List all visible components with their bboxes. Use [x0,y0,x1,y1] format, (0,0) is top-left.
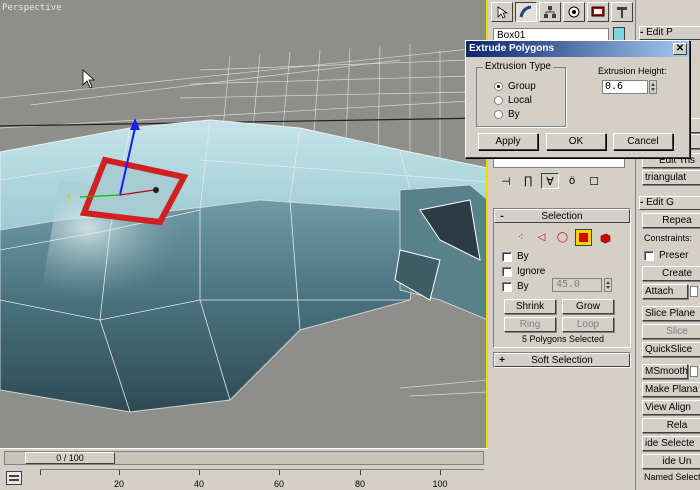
hierarchy-icon[interactable] [539,2,561,22]
polygon-mode-icon[interactable] [575,229,592,246]
remove-modifier-icon[interactable]: ö [563,173,581,189]
element-mode-icon[interactable] [596,229,613,246]
make-unique-icon[interactable]: ∀ [541,173,559,189]
ok-button[interactable]: OK [546,133,606,150]
create-button[interactable]: Create [642,266,700,281]
unhide-button[interactable]: ide Un [642,454,700,469]
by-angle-checkbox[interactable]: By [502,281,529,292]
loop-button[interactable]: Loop [562,317,614,332]
subobject-selector: ⁖ ◁ ◯ [512,229,613,246]
cancel-button[interactable]: Cancel [613,133,673,150]
attach-button[interactable]: Attach [642,284,688,299]
repeat-last-button[interactable]: Repea [642,213,700,228]
named-selections-label: Named Selecti [644,472,700,482]
constraints-label: Constraints: [644,233,693,243]
soft-selection-header[interactable]: + Soft Selection [494,353,630,367]
select-arrow-icon[interactable] [491,2,513,22]
msmooth-settings-icon[interactable] [690,366,698,377]
apply-button[interactable]: Apply [478,133,538,150]
viewport-scene: Y [0,44,486,413]
dialog-title: Extrude Polygons [469,43,555,54]
command-panel-tabs [490,0,635,24]
extrusion-height-spinner[interactable] [649,80,657,94]
modify-bend-icon[interactable] [515,2,537,22]
track-bar[interactable]: 20 40 60 80 100 [40,469,484,489]
ruler-label: 60 [273,479,285,489]
utilities-hammer-icon[interactable] [611,2,633,22]
group-radio[interactable]: Group [494,81,536,92]
angle-value-field[interactable]: 45.0 [552,278,602,292]
extrusion-height-label: Extrusion Height: [598,66,667,76]
hide-selected-button[interactable]: ide Selecte [642,436,700,451]
svg-text:Y: Y [65,193,71,202]
edge-mode-icon[interactable]: ◁ [533,229,550,246]
perspective-viewport[interactable]: Y Perspective [0,0,488,448]
edit-polygons-header[interactable]: - Edit P [639,26,700,40]
soft-selection-rollout: + Soft Selection [493,352,631,368]
local-normal-radio[interactable]: Local [494,95,532,106]
pin-stack-icon[interactable]: ⊣ [497,173,515,189]
viewport-label[interactable]: Perspective [2,3,62,13]
preserve-uvs-checkbox[interactable]: Preser [644,250,688,261]
selection-rollout-header[interactable]: - Selection [494,209,630,223]
ruler-label: 100 [432,479,448,489]
extrude-polygons-dialog: Extrude Polygons ✕ Extrusion Type Group … [465,40,690,158]
time-slider[interactable]: 0 / 100 [4,451,484,465]
ruler-label: 20 [113,479,125,489]
display-icon[interactable] [587,2,609,22]
relax-button[interactable]: Rela [642,418,700,433]
quickslice-button[interactable]: QuickSlice [642,342,700,357]
retriangulate-button[interactable]: triangulat [642,170,700,185]
stack-toolbar: ⊣ ∏ ∀ ö ☐ [493,170,625,192]
motion-icon[interactable] [563,2,585,22]
ignore-backfacing-checkbox[interactable]: Ignore [502,266,545,277]
ruler-label: 40 [193,479,205,489]
attach-settings-icon[interactable] [690,286,698,297]
shrink-button[interactable]: Shrink [504,299,556,314]
extrusion-height-field[interactable]: 0.6 [602,80,648,94]
edit-geometry-header[interactable]: - Edit G [639,196,700,210]
slice-button[interactable]: Slice [642,324,700,339]
angle-spinner[interactable] [604,278,612,292]
mouse-cursor-icon [82,69,96,89]
by-vertex-checkbox[interactable]: By [502,251,529,262]
time-slider-thumb[interactable]: 0 / 100 [25,452,115,464]
make-planar-button[interactable]: Make Plana [642,382,700,397]
close-icon[interactable]: ✕ [673,43,687,55]
configure-sets-icon[interactable]: ☐ [585,173,603,189]
timeline: 0 / 100 20 40 60 80 100 [0,448,488,490]
extrusion-type-label: Extrusion Type [483,61,553,72]
vertex-mode-icon[interactable]: ⁖ [512,229,529,246]
view-align-button[interactable]: View Align [642,400,700,415]
selection-status: 5 Polygons Selected [521,334,605,344]
dialog-titlebar[interactable]: Extrude Polygons ✕ [466,41,689,57]
ruler-label: 80 [354,479,366,489]
slice-plane-button[interactable]: Slice Plane [642,306,700,321]
track-view-icon[interactable] [6,471,22,485]
ring-button[interactable]: Ring [504,317,556,332]
border-mode-icon[interactable]: ◯ [554,229,571,246]
show-end-result-icon[interactable]: ∏ [519,173,537,189]
selection-rollout: - Selection ⁖ ◁ ◯ By Ignore By 45.0 Shrin… [493,208,631,348]
grow-button[interactable]: Grow [562,299,614,314]
msmooth-button[interactable]: MSmooth [642,364,688,379]
by-polygon-radio[interactable]: By [494,109,520,120]
